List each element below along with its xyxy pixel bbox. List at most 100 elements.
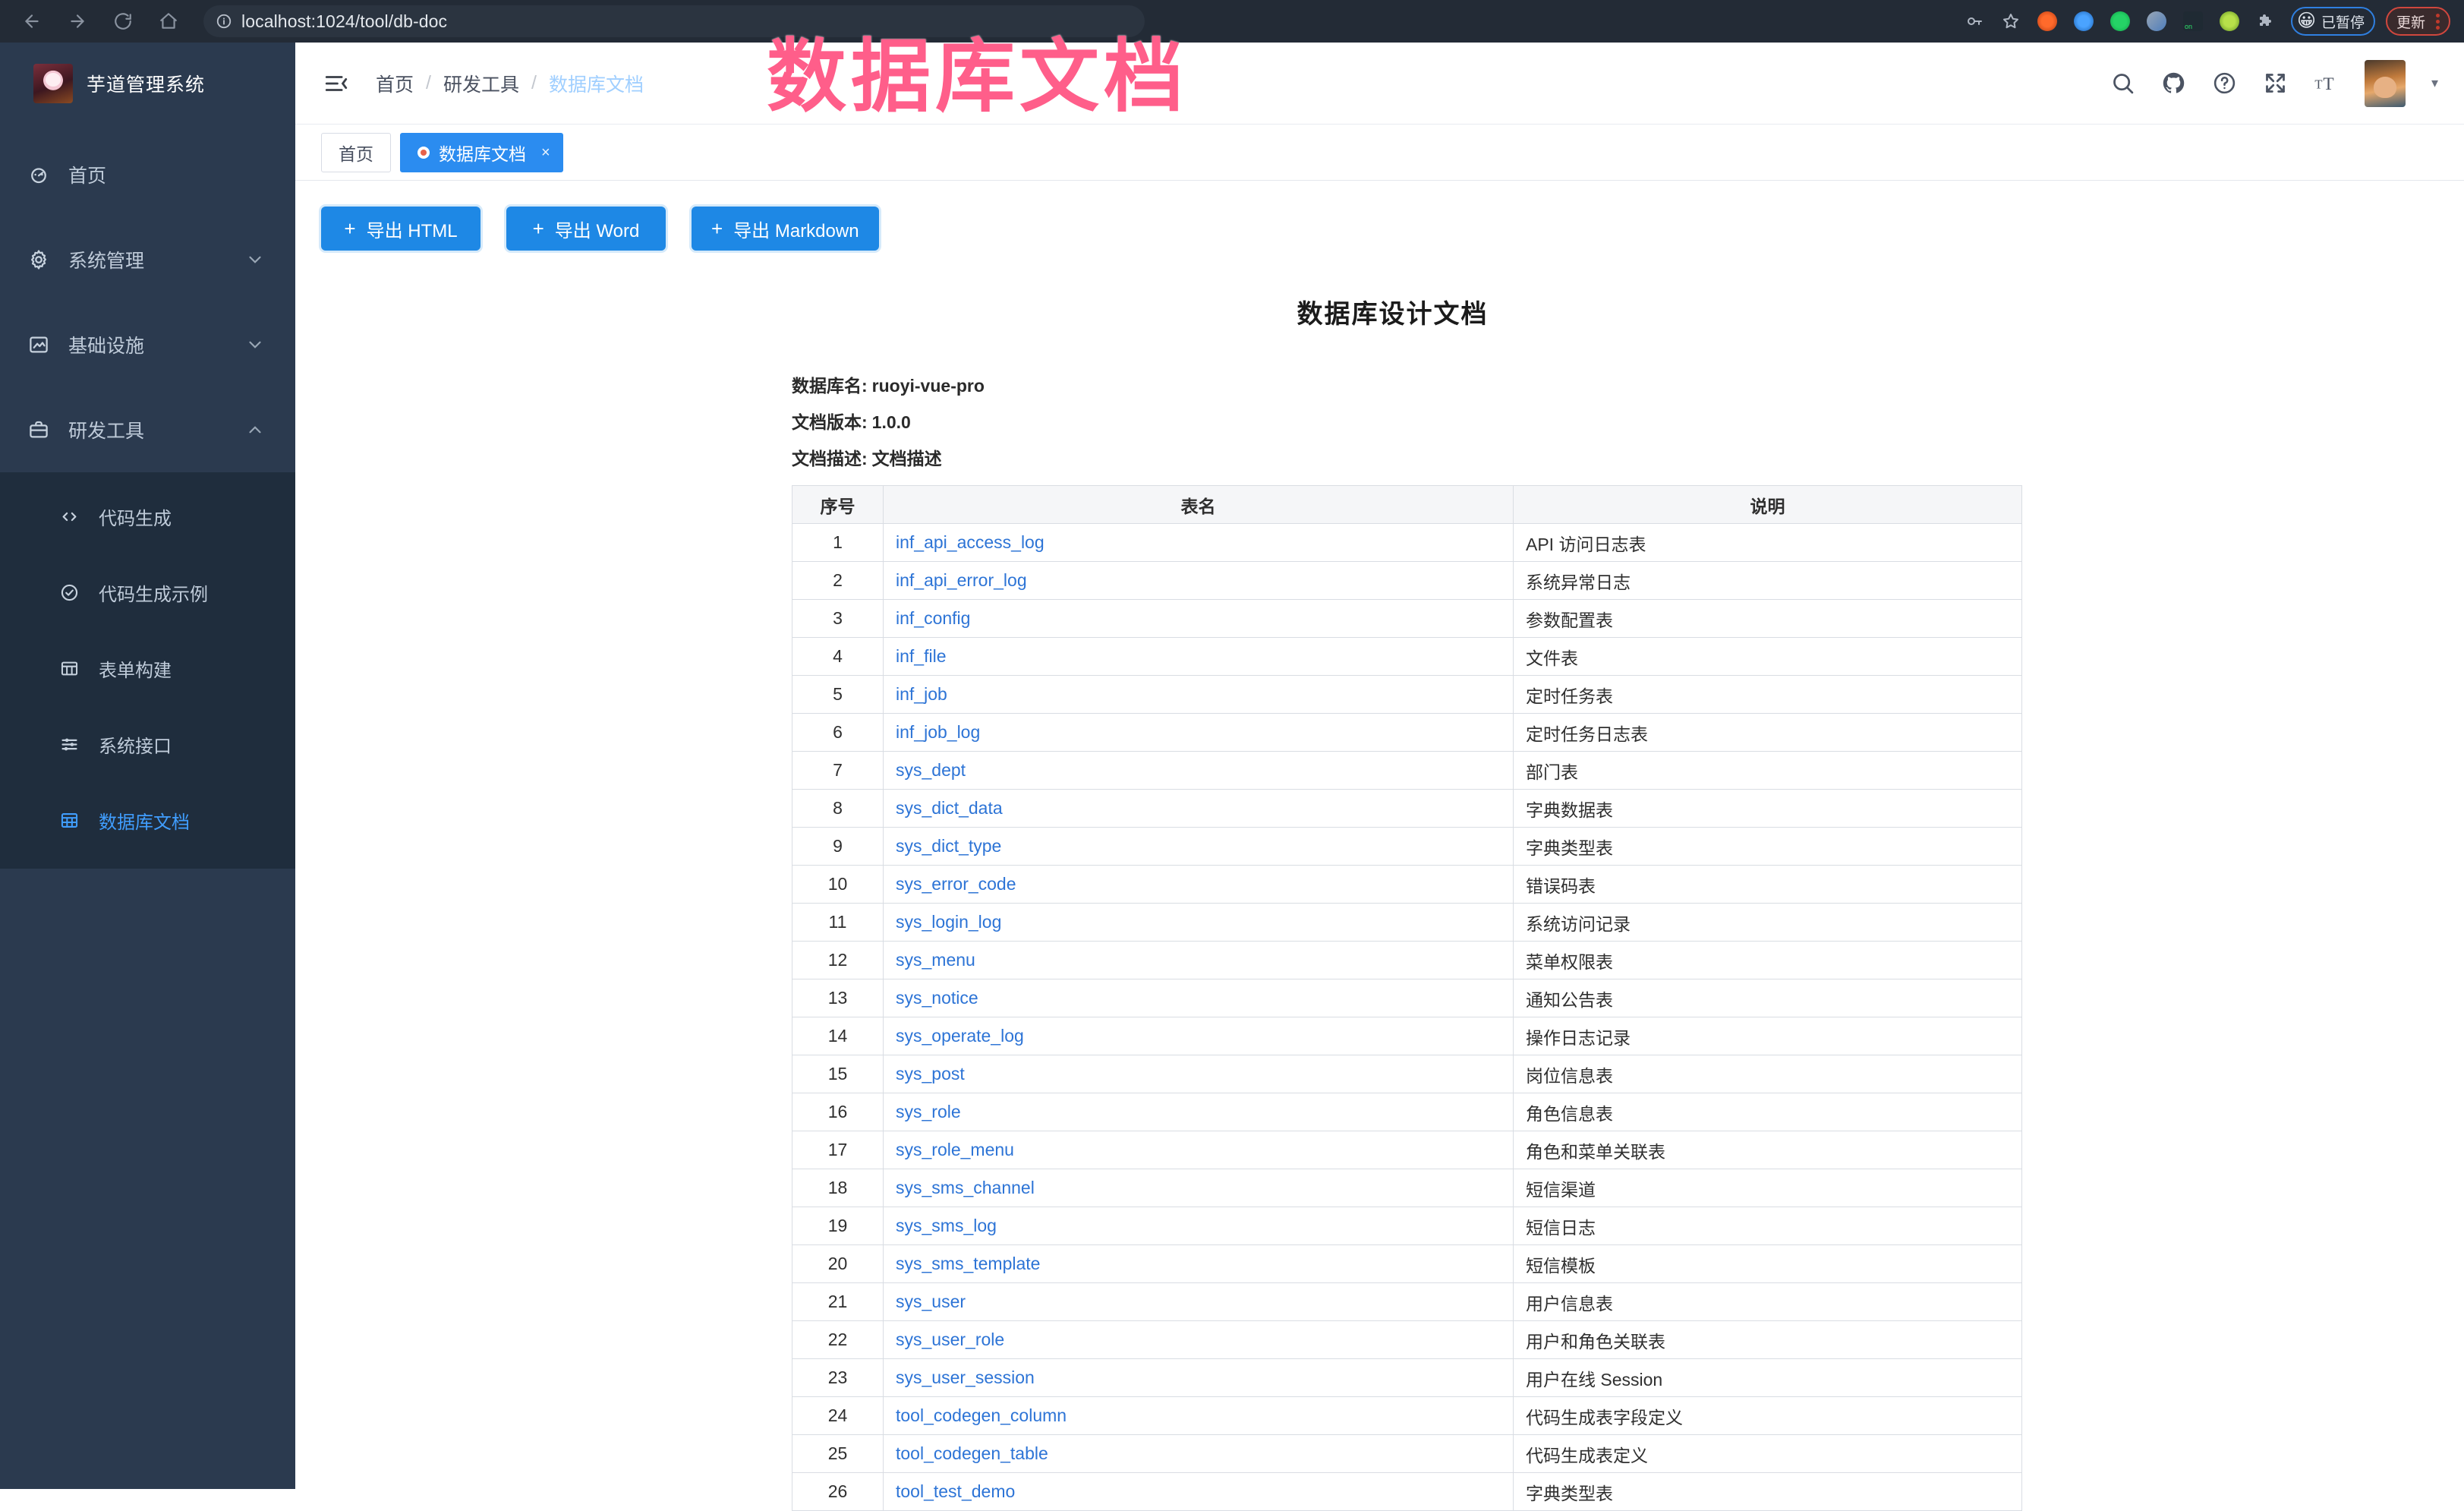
extension-icon-3[interactable] xyxy=(2104,5,2136,37)
breadcrumb: 首页 / 研发工具 / 数据库文档 xyxy=(376,70,644,97)
sidebar-item-code-generation[interactable]: 代码生成 xyxy=(0,478,295,554)
table-name-link[interactable]: sys_dict_data xyxy=(896,798,1003,818)
table-row: 16sys_role角色信息表 xyxy=(792,1093,2022,1131)
sidebar-subitem-label: 表单构建 xyxy=(99,655,172,682)
table-name-link[interactable]: sys_role xyxy=(896,1102,961,1121)
table-row: 4inf_file文件表 xyxy=(792,638,2022,676)
table-name-link[interactable]: sys_login_log xyxy=(896,912,1001,932)
table-name-link[interactable]: inf_file xyxy=(896,646,946,666)
sidebar-item-label: 基础设施 xyxy=(68,331,245,358)
table-name-link[interactable]: sys_user_session xyxy=(896,1367,1035,1387)
extension-icon-4[interactable] xyxy=(2141,5,2173,37)
export-html-button[interactable]: + 导出 HTML xyxy=(321,207,481,251)
hamburger-icon[interactable] xyxy=(321,68,351,99)
address-bar[interactable]: localhost:1024/tool/db-doc xyxy=(203,5,1145,37)
sidebar-item-database-doc[interactable]: 数据库文档 xyxy=(0,782,295,858)
table-name-link[interactable]: sys_notice xyxy=(896,988,978,1008)
sidebar-item-dev-tools[interactable]: 研发工具 xyxy=(0,387,295,472)
cell-index: 18 xyxy=(792,1169,884,1207)
sidebar-item-system-management[interactable]: 系统管理 xyxy=(0,217,295,302)
table-name-link[interactable]: sys_dept xyxy=(896,760,966,780)
cell-index: 15 xyxy=(792,1055,884,1093)
table-name-link[interactable]: sys_menu xyxy=(896,950,975,970)
table-name-link[interactable]: sys_user_role xyxy=(896,1330,1004,1349)
table-name-link[interactable]: inf_config xyxy=(896,608,970,628)
table-name-link[interactable]: sys_sms_channel xyxy=(896,1178,1035,1197)
cell-index: 25 xyxy=(792,1435,884,1473)
password-key-icon[interactable] xyxy=(1958,5,1990,37)
meta-key: 数据库名: xyxy=(792,376,868,396)
font-size-icon[interactable]: TT xyxy=(2314,71,2339,96)
github-icon[interactable] xyxy=(2161,71,2186,96)
cell-index: 5 xyxy=(792,676,884,714)
site-info-icon[interactable] xyxy=(216,13,232,30)
puzzle-extensions-icon[interactable] xyxy=(2250,5,2282,37)
table-name-link[interactable]: sys_operate_log xyxy=(896,1026,1024,1046)
table-name-link[interactable]: sys_post xyxy=(896,1064,965,1084)
tab-database-doc[interactable]: 数据库文档 × xyxy=(400,133,563,172)
table-name-link[interactable]: sys_user xyxy=(896,1292,966,1311)
avatar[interactable] xyxy=(2365,60,2406,107)
breadcrumb-item-dev-tools[interactable]: 研发工具 xyxy=(443,70,519,97)
export-markdown-button[interactable]: + 导出 Markdown xyxy=(692,207,879,251)
table-row: 26tool_test_demo字典类型表 xyxy=(792,1473,2022,1511)
toolbox-icon xyxy=(21,418,56,441)
table-name-link[interactable]: sys_role_menu xyxy=(896,1140,1014,1159)
browser-menu-icon[interactable] xyxy=(2436,14,2440,30)
update-badge[interactable]: 更新 xyxy=(2386,7,2450,36)
browser-nav-buttons xyxy=(11,4,190,39)
tab-home[interactable]: 首页 xyxy=(321,133,391,172)
sidebar-item-home[interactable]: 首页 xyxy=(0,132,295,217)
sidebar-item-infrastructure[interactable]: 基础设施 xyxy=(0,302,295,387)
table-name-link[interactable]: sys_dict_type xyxy=(896,836,1001,856)
table-name-link[interactable]: sys_sms_log xyxy=(896,1216,997,1235)
table-name-link[interactable]: sys_error_code xyxy=(896,874,1016,894)
table-row: 25tool_codegen_table代码生成表定义 xyxy=(792,1435,2022,1473)
update-badge-label: 更新 xyxy=(2396,11,2425,32)
cell-index: 6 xyxy=(792,714,884,752)
extension-icon-6[interactable] xyxy=(2214,5,2245,37)
cell-index: 23 xyxy=(792,1359,884,1397)
sidebar-submenu-dev-tools: 代码生成 代码生成示例 表单构建 xyxy=(0,472,295,869)
close-icon[interactable]: × xyxy=(538,144,553,162)
cell-description: 角色和菜单关联表 xyxy=(1514,1131,2022,1169)
breadcrumb-item-home[interactable]: 首页 xyxy=(376,70,414,97)
reload-icon[interactable] xyxy=(102,4,144,39)
cell-description: 错误码表 xyxy=(1514,866,2022,904)
export-markdown-label: 导出 Markdown xyxy=(733,216,859,242)
extension-icon-1[interactable] xyxy=(2031,5,2063,37)
table-body: 1inf_api_access_logAPI 访问日志表2inf_api_err… xyxy=(792,524,2022,1511)
forward-arrow-icon[interactable] xyxy=(56,4,99,39)
table-name-link[interactable]: tool_test_demo xyxy=(896,1481,1015,1501)
home-icon[interactable] xyxy=(147,4,190,39)
bookmark-star-icon[interactable] xyxy=(1995,5,2027,37)
extension-icon-2[interactable] xyxy=(2068,5,2100,37)
cell-table-name: sys_user_session xyxy=(884,1359,1514,1397)
search-icon[interactable] xyxy=(2110,71,2135,96)
paused-badge[interactable]: 😀 已暂停 xyxy=(2291,7,2375,36)
sidebar-subitem-label: 代码生成 xyxy=(99,503,172,530)
table-name-link[interactable]: inf_job_log xyxy=(896,722,980,742)
table-name-link[interactable]: inf_job xyxy=(896,684,947,704)
fullscreen-icon[interactable] xyxy=(2263,71,2288,96)
table-name-link[interactable]: inf_api_access_log xyxy=(896,532,1045,552)
chevron-down-icon[interactable]: ▾ xyxy=(2431,75,2438,91)
sidebar-item-code-generation-example[interactable]: 代码生成示例 xyxy=(0,554,295,630)
export-word-button[interactable]: + 导出 Word xyxy=(506,207,666,251)
extension-icon-5[interactable]: on xyxy=(2177,5,2209,37)
help-icon[interactable] xyxy=(2212,71,2237,96)
table-name-link[interactable]: tool_codegen_table xyxy=(896,1443,1048,1463)
table-row: 13sys_notice通知公告表 xyxy=(792,979,2022,1017)
back-arrow-icon[interactable] xyxy=(11,4,53,39)
table-name-link[interactable]: sys_sms_template xyxy=(896,1254,1040,1273)
tab-active-dot-icon xyxy=(417,147,430,159)
table-name-link[interactable]: inf_api_error_log xyxy=(896,570,1027,590)
topbar: 首页 / 研发工具 / 数据库文档 xyxy=(295,43,2464,125)
column-header-index: 序号 xyxy=(792,486,884,524)
cell-description: 用户在线 Session xyxy=(1514,1359,2022,1397)
sidebar-logo[interactable]: 芋道管理系统 xyxy=(0,43,295,125)
table-name-link[interactable]: tool_codegen_column xyxy=(896,1405,1067,1425)
sidebar-item-system-interface[interactable]: 系统接口 xyxy=(0,706,295,782)
sidebar-item-form-builder[interactable]: 表单构建 xyxy=(0,630,295,706)
svg-text:T: T xyxy=(2314,77,2322,91)
